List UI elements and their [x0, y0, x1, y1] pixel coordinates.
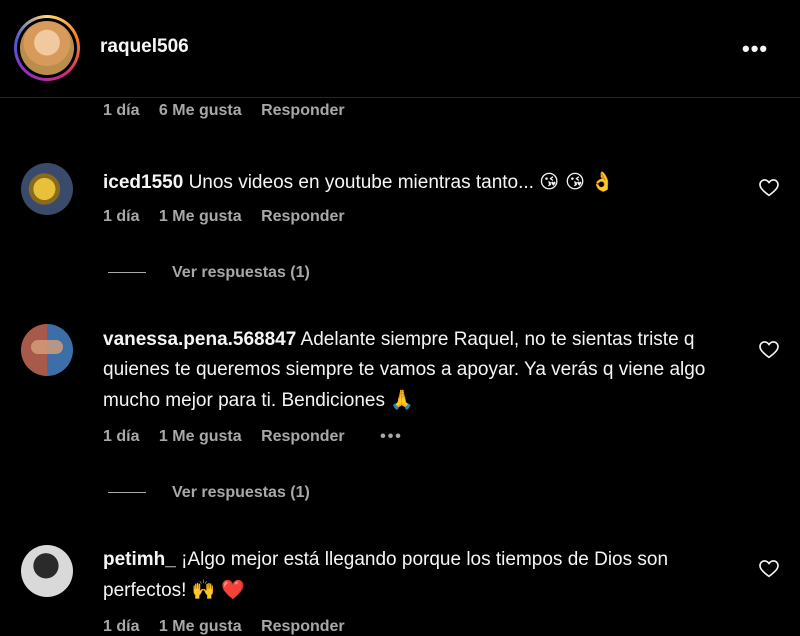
emoji: 😘 😘 👌 — [539, 171, 615, 193]
post-username[interactable]: raquel506 — [100, 36, 189, 58]
more-options-icon[interactable]: ••• — [742, 36, 768, 62]
comment-meta: 1 día 1 Me gusta Responder ••• — [103, 428, 418, 446]
heart-outline-icon[interactable] — [759, 560, 779, 578]
heart-outline-icon[interactable] — [759, 341, 779, 359]
reply-button[interactable]: Responder — [261, 618, 345, 635]
comment-username[interactable]: petimh_ — [103, 549, 176, 570]
comment-meta: 1 día 1 Me gusta Responder — [103, 208, 360, 226]
divider-line — [108, 272, 146, 274]
emoji: 🙏 — [390, 389, 414, 411]
comment-time: 1 día — [103, 618, 140, 635]
post-header: raquel506 ••• — [0, 0, 800, 98]
comment-username[interactable]: iced1550 — [103, 172, 183, 193]
comment-time: 1 día — [103, 102, 140, 119]
comment-likes[interactable]: 1 Me gusta — [159, 208, 242, 225]
avatar[interactable] — [21, 324, 73, 376]
profile-avatar[interactable] — [20, 21, 74, 75]
comment-likes[interactable]: 1 Me gusta — [159, 428, 242, 445]
view-replies-button[interactable]: Ver respuestas (1) — [108, 264, 310, 282]
reply-button[interactable]: Responder — [261, 102, 345, 119]
more-horizontal-icon[interactable]: ••• — [380, 428, 403, 445]
heart-outline-icon[interactable] — [759, 179, 779, 197]
comment-username[interactable]: vanessa.pena.568847 — [103, 329, 296, 350]
comment-likes[interactable]: 6 Me gusta — [159, 102, 242, 119]
comment-text: iced1550 Unos videos en youtube mientras… — [103, 171, 615, 193]
comment-text: vanessa.pena.568847 Adelante siempre Raq… — [103, 329, 706, 411]
comment-time: 1 día — [103, 208, 140, 225]
comment-meta: 1 día 6 Me gusta Responder — [103, 102, 360, 120]
comment-text: petimh_ ¡Algo mejor está llegando porque… — [103, 549, 669, 601]
reply-button[interactable]: Responder — [261, 208, 345, 225]
avatar[interactable] — [21, 163, 73, 215]
comment-time: 1 día — [103, 428, 140, 445]
reply-button[interactable]: Responder — [261, 428, 345, 445]
divider-line — [108, 492, 146, 494]
emoji: 🙌 ❤️ — [191, 579, 246, 601]
view-replies-button[interactable]: Ver respuestas (1) — [108, 484, 310, 502]
comment-meta: 1 día 1 Me gusta Responder — [103, 618, 360, 636]
comment-likes[interactable]: 1 Me gusta — [159, 618, 242, 635]
story-ring[interactable] — [14, 15, 80, 81]
avatar[interactable] — [21, 545, 73, 597]
